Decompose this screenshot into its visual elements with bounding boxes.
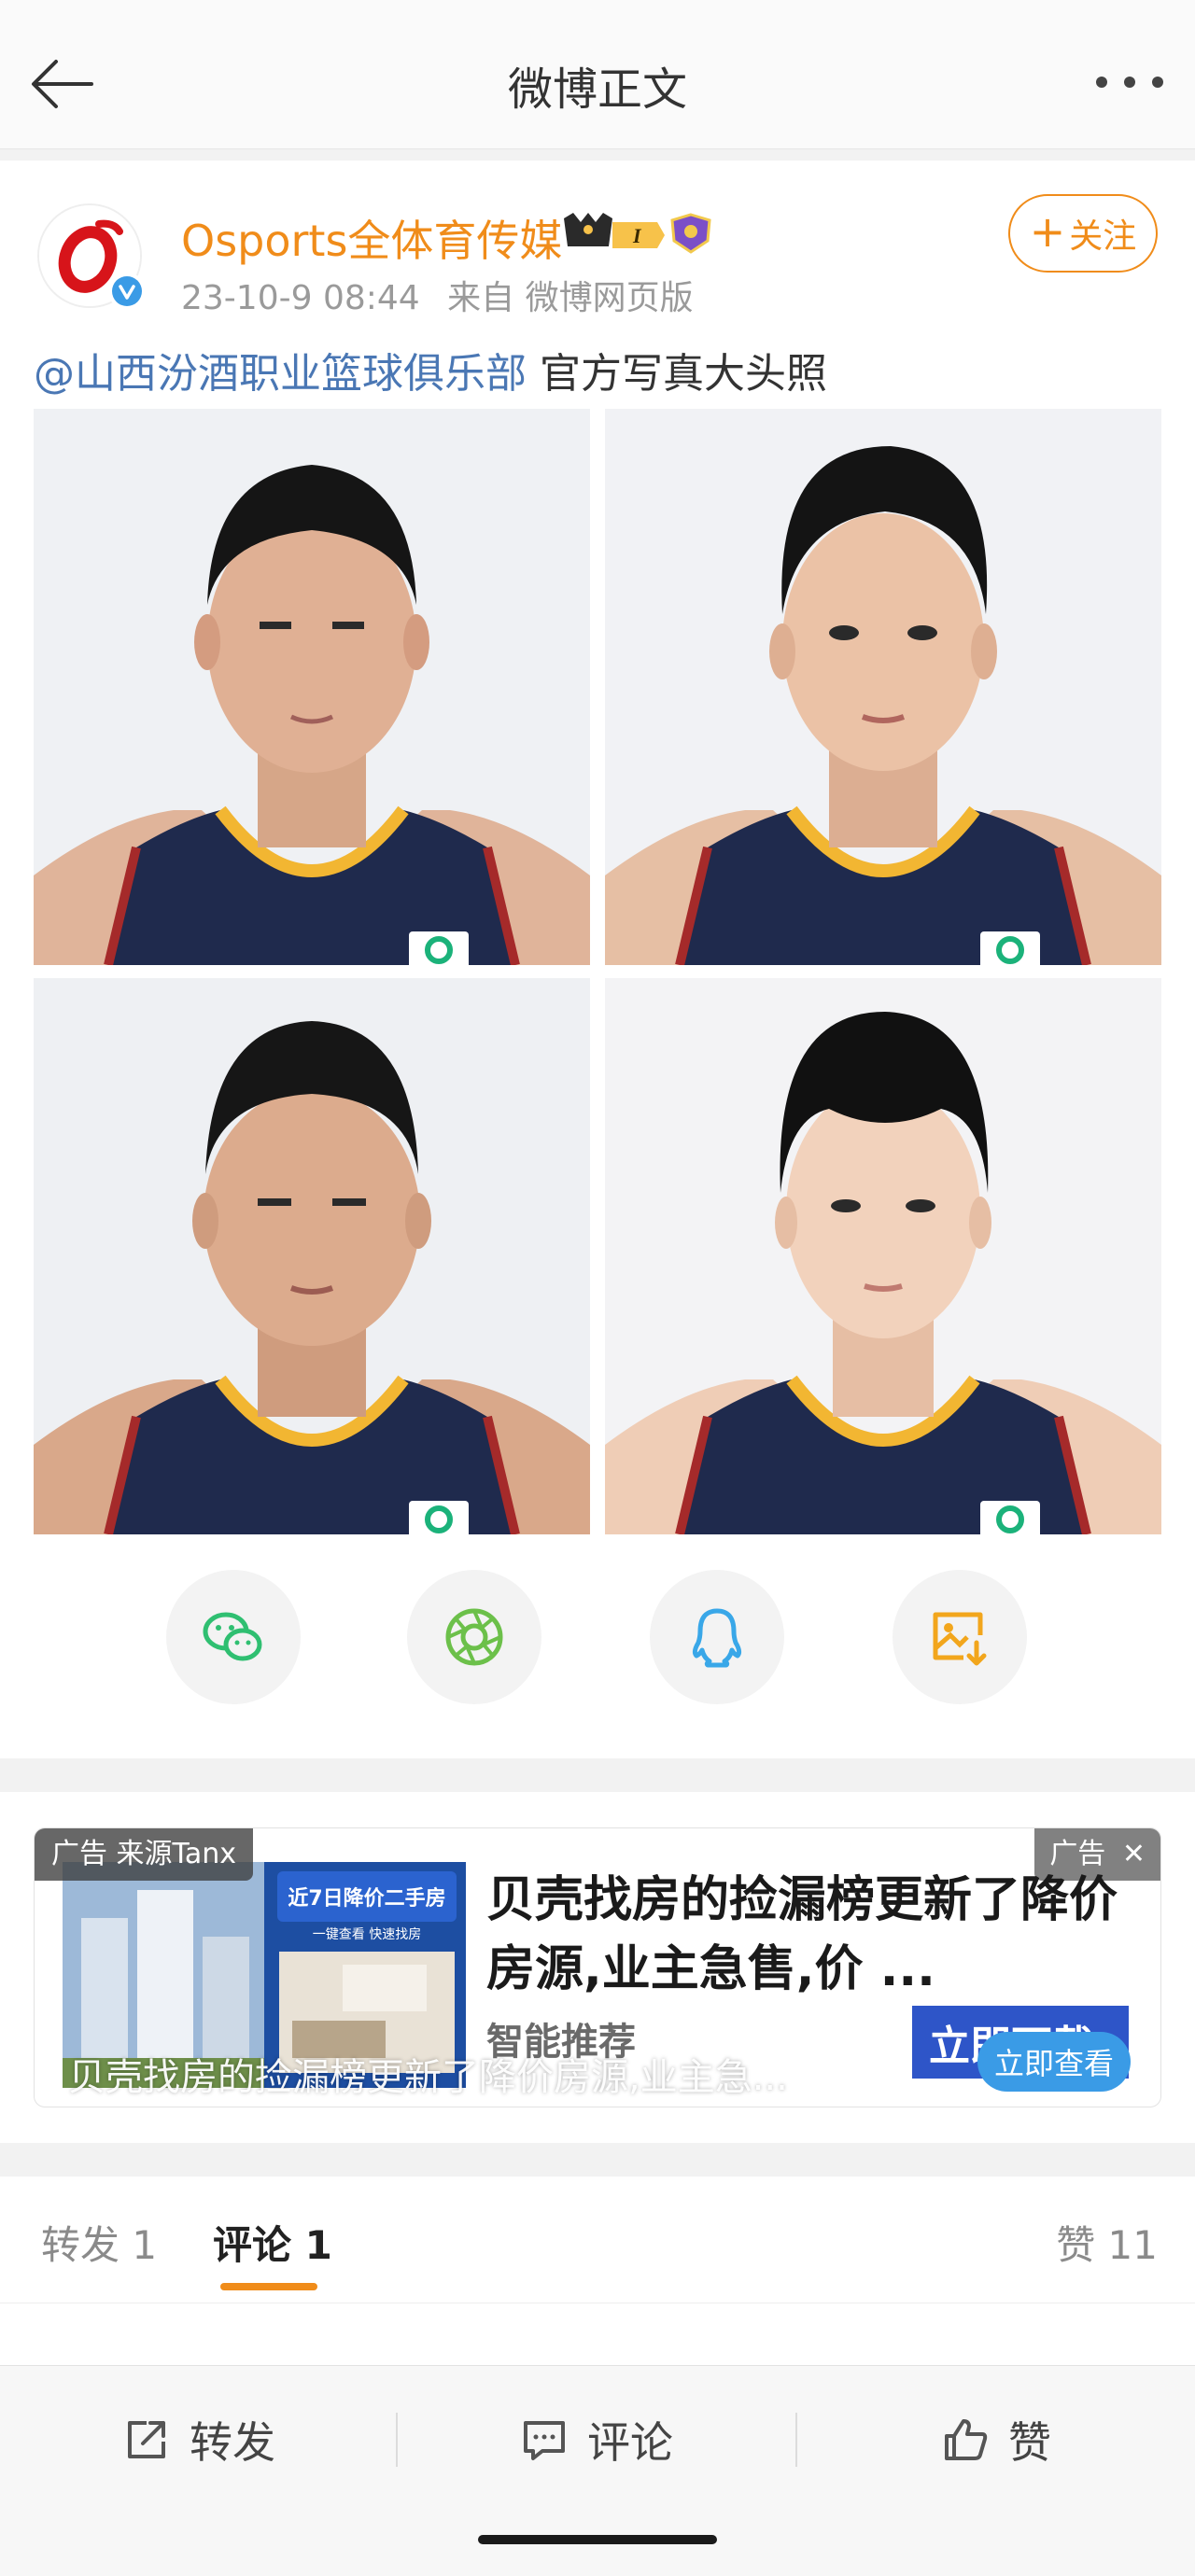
follow-button[interactable]: + 关注 <box>1008 194 1158 273</box>
player-photo-4[interactable] <box>605 978 1161 1534</box>
share-row <box>0 1570 1195 1719</box>
repost-icon <box>128 2421 165 2458</box>
username[interactable]: Osports全体育传媒 <box>181 207 562 269</box>
post-text: @山西汾酒职业篮球俱乐部 官方写真大头照 <box>34 340 827 399</box>
comments-area <box>0 2303 1195 2369</box>
tab-underline <box>220 2283 317 2290</box>
bottom-toolbar: 转发 评论 赞 <box>0 2365 1195 2513</box>
system-bottom-bar <box>0 2513 1195 2576</box>
comment-button[interactable]: 评论 <box>398 2366 795 2513</box>
more-options-icon[interactable] <box>1092 60 1167 105</box>
moments-icon <box>445 1608 503 1666</box>
thumbs-up-icon <box>945 2419 988 2460</box>
player-photo-1[interactable] <box>34 409 590 965</box>
player-photo-3[interactable] <box>34 978 590 1534</box>
comment-icon <box>524 2421 565 2460</box>
page: 微博正文 Osports全体育传媒 I 23-10-9 08:44 来自 微博网… <box>0 0 1195 2576</box>
mention-link[interactable]: @山西汾酒职业篮球俱乐部 <box>34 350 527 398</box>
qq-share-button[interactable] <box>650 1570 784 1704</box>
ad-section: 近7日降价二手房 一键查看 快速找房 广告 来源Tanx 广告 ✕ 贝壳找房的捡… <box>0 1792 1195 2143</box>
home-indicator[interactable] <box>478 2535 717 2544</box>
qq-icon <box>692 1608 742 1668</box>
ad-headline: 贝壳找房的捡漏榜更新了降价房源,业主急售,价 ... <box>486 1872 1118 1997</box>
save-image-button[interactable] <box>893 1570 1027 1704</box>
ad-overlay-text: 贝壳找房的捡漏榜更新了降价房源,业主急... <box>68 2056 788 2099</box>
post-time: 23-10-9 08:44 <box>181 279 420 317</box>
tab-like[interactable]: 赞 11 <box>1056 2214 1158 2271</box>
ad-source-tag: 广告 来源Tanx <box>35 1828 254 1881</box>
like-button[interactable]: 赞 <box>797 2366 1195 2513</box>
ad-card[interactable]: 近7日降价二手房 一键查看 快速找房 广告 来源Tanx 广告 ✕ 贝壳找房的捡… <box>34 1827 1161 2107</box>
like-label: 赞 <box>1008 2417 1051 2468</box>
comment-label: 评论 <box>587 2417 673 2468</box>
vip-badge-icon: I <box>560 209 728 265</box>
post-source: 来自 微博网页版 <box>447 279 694 317</box>
interaction-tabs: 转发 1 评论 1 赞 11 <box>0 2177 1195 2303</box>
repost-label: 转发 <box>190 2417 275 2468</box>
save-image-icon <box>933 1612 987 1666</box>
moments-share-button[interactable] <box>407 1570 541 1704</box>
follow-label: 关注 <box>1069 217 1137 256</box>
post-meta: 23-10-9 08:44 来自 微博网页版 <box>181 271 694 319</box>
ad-image-banner: 近7日降价二手房 <box>288 1886 445 1911</box>
wechat-share-button[interactable] <box>166 1570 301 1704</box>
ad-view-button[interactable]: 立即查看 <box>977 2032 1131 2092</box>
repost-button[interactable]: 转发 <box>0 2366 398 2513</box>
vip-level-label: I <box>632 224 642 247</box>
player-photo-2[interactable] <box>605 409 1161 965</box>
navbar: 微博正文 <box>0 0 1195 149</box>
tab-comment[interactable]: 评论 1 <box>213 2214 332 2271</box>
ad-image-subbanner: 一键查看 快速找房 <box>313 1927 421 1942</box>
avatar[interactable] <box>37 203 146 310</box>
verified-badge-icon <box>108 273 146 310</box>
wechat-icon <box>203 1612 262 1661</box>
weibo-post: Osports全体育传媒 I 23-10-9 08:44 来自 微博网页版 + … <box>0 161 1195 1758</box>
plus-icon: + <box>1029 206 1066 257</box>
page-title: 微博正文 <box>507 63 687 116</box>
post-body: 官方写真大头照 <box>527 350 827 398</box>
tab-repost[interactable]: 转发 1 <box>41 2214 157 2271</box>
